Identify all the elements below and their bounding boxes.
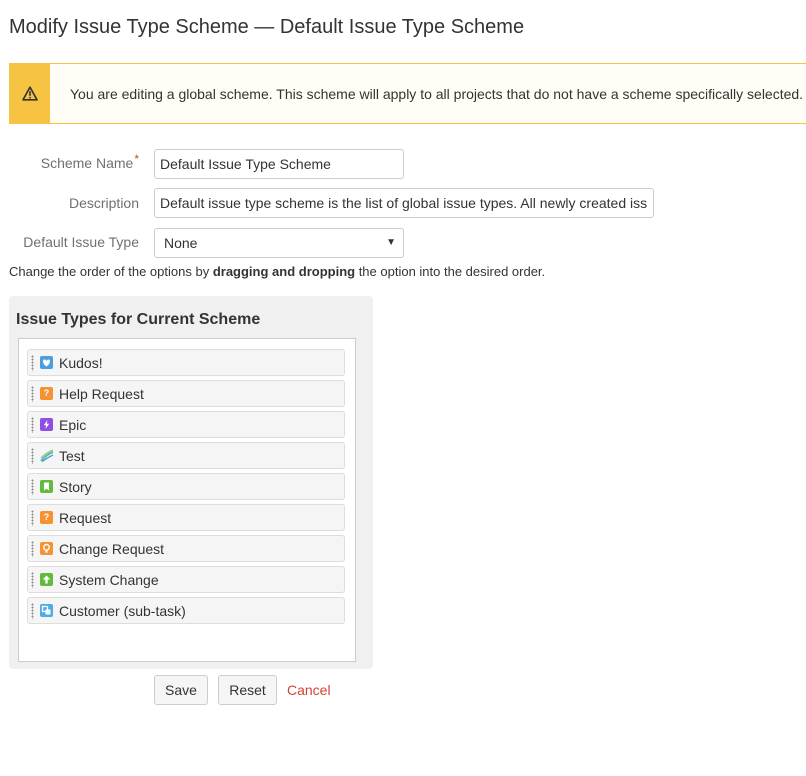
issue-type-label: Story xyxy=(59,479,92,495)
drag-handle-icon[interactable] xyxy=(31,572,34,588)
issue-types-panel-title: Issue Types for Current Scheme xyxy=(16,311,261,328)
warning-message: You are editing a global scheme. This sc… xyxy=(70,86,804,102)
drag-handle-icon[interactable] xyxy=(31,417,34,433)
warning-icon xyxy=(22,86,38,101)
issue-type-item-system-change[interactable]: System Change xyxy=(27,566,345,593)
question-icon: ? xyxy=(40,511,53,524)
drag-handle-icon[interactable] xyxy=(31,479,34,495)
default-issue-type-value: None xyxy=(164,235,198,251)
scheme-name-label: Scheme Name* xyxy=(40,152,139,171)
warning-stripe xyxy=(10,64,50,123)
issue-type-item-help-request[interactable]: ? Help Request xyxy=(27,380,345,407)
drag-handle-icon[interactable] xyxy=(31,355,34,371)
issue-type-label: System Change xyxy=(59,572,159,588)
issue-type-label: Kudos! xyxy=(59,355,103,371)
reorder-hint-emphasis: dragging and dropping xyxy=(212,264,356,279)
lightning-icon xyxy=(40,418,53,431)
drag-handle-icon[interactable] xyxy=(31,386,34,402)
issue-types-panel: Issue Types for Current Scheme Kudos! ? … xyxy=(9,296,373,669)
global-scheme-warning: You are editing a global scheme. This sc… xyxy=(9,63,806,124)
description-input[interactable]: Default issue type scheme is the list of… xyxy=(154,188,654,218)
drag-handle-icon[interactable] xyxy=(31,448,34,464)
bookmark-icon xyxy=(40,480,53,493)
default-issue-type-label: Default Issue Type xyxy=(23,234,139,250)
cancel-link[interactable]: Cancel xyxy=(287,682,331,698)
drag-handle-icon[interactable] xyxy=(31,510,34,526)
default-issue-type-select[interactable]: None ▼ xyxy=(154,228,404,258)
description-label: Description xyxy=(68,195,139,211)
required-marker: * xyxy=(134,152,139,166)
issue-type-label: Test xyxy=(59,448,85,464)
reorder-hint: Change the order of the options by dragg… xyxy=(9,264,546,279)
issue-type-label: Customer (sub-task) xyxy=(59,603,186,619)
issue-type-item-customer-subtask[interactable]: Customer (sub-task) xyxy=(27,597,345,624)
issue-type-label: Change Request xyxy=(59,541,165,557)
reset-button[interactable]: Reset xyxy=(218,675,277,705)
issue-type-item-request[interactable]: ? Request xyxy=(27,504,345,531)
issue-type-item-test[interactable]: Test xyxy=(27,442,345,469)
issue-type-item-change-request[interactable]: Change Request xyxy=(27,535,345,562)
drag-handle-icon[interactable] xyxy=(31,541,34,557)
subtask-icon xyxy=(40,604,53,617)
drag-handle-icon[interactable] xyxy=(31,603,34,619)
issue-type-label: Epic xyxy=(59,417,87,433)
page-title: Modify Issue Type Scheme — Default Issue… xyxy=(9,16,525,38)
scheme-name-input[interactable]: Default Issue Type Scheme xyxy=(154,149,404,179)
question-icon: ? xyxy=(40,387,53,400)
issue-type-item-kudos[interactable]: Kudos! xyxy=(27,349,345,376)
issue-type-label: Request xyxy=(59,510,112,526)
issue-types-list[interactable]: Kudos! ? Help Request Epic Test Story ? … xyxy=(18,338,356,662)
heart-icon xyxy=(40,356,53,369)
issue-type-item-epic[interactable]: Epic xyxy=(27,411,345,438)
issue-type-item-story[interactable]: Story xyxy=(27,473,345,500)
chevron-down-icon: ▼ xyxy=(386,237,396,248)
lightbulb-icon xyxy=(40,542,53,555)
test-icon xyxy=(40,449,54,463)
save-button[interactable]: Save xyxy=(154,675,208,705)
issue-type-label: Help Request xyxy=(59,386,144,402)
arrow-up-icon xyxy=(40,573,53,586)
